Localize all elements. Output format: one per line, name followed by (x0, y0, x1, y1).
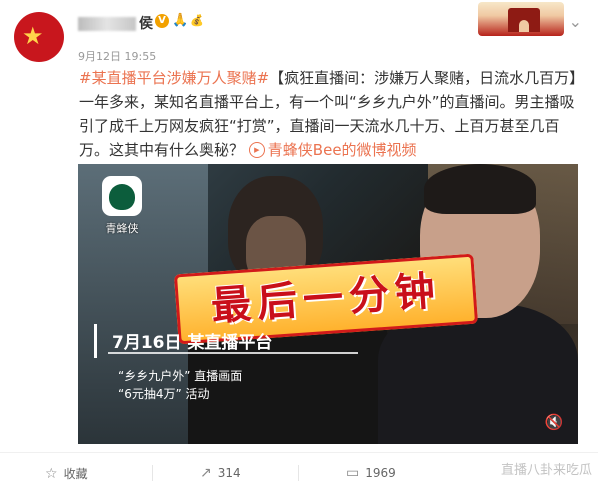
video-subtitle-1: “乡乡九户外” 直播画面 (118, 369, 243, 383)
comment-button[interactable]: ▭ 1969 (346, 465, 396, 481)
emoji-icon: 🙏 (172, 13, 189, 28)
profile-banner (478, 2, 564, 36)
app-badge: 青蜂侠 (100, 176, 144, 244)
volume-icon[interactable]: 🔇 (544, 412, 564, 432)
verified-badge-icon: V (155, 14, 169, 28)
post-header: ★ 侯 V 🙏 💰 9月12日 19:55 ⌄ (0, 0, 598, 66)
blurred-name (78, 17, 136, 31)
video-subtitle-2: “6元抽4万” 活动 (118, 387, 210, 401)
gate-icon (508, 8, 540, 32)
app-logo-icon (102, 176, 142, 216)
repost-icon: ↗ (200, 465, 212, 481)
post-time[interactable]: 9月12日 19:55 (78, 48, 156, 64)
username[interactable]: 侯 (78, 13, 154, 33)
video-source-link[interactable]: 青蜂侠Bee的微博视频 (268, 141, 417, 159)
flag-icon: ★ (22, 22, 44, 50)
chevron-down-icon[interactable]: ⌄ (569, 12, 582, 31)
repost-button[interactable]: ↗ 314 (200, 465, 241, 481)
video-player[interactable]: 青蜂侠 最后一分钟 7月16日 某直播平台 “乡乡九户外” 直播画面 “6元抽4… (78, 164, 578, 444)
vip-icon: 💰 (190, 14, 204, 27)
divider (298, 465, 299, 481)
divider (152, 465, 153, 481)
video-date-caption: 7月16日 某直播平台 (94, 324, 272, 358)
topic-link[interactable]: #某直播平台涉嫌万人聚赌# (79, 69, 269, 87)
star-icon: ☆ (45, 466, 58, 482)
post-text: #某直播平台涉嫌万人聚赌#【疯狂直播间：涉嫌万人聚赌，日流水几百万】一年多来，某… (79, 66, 589, 162)
watermark: 直播八卦来吃瓜 (500, 463, 592, 478)
comment-icon: ▭ (346, 465, 360, 481)
favorite-button[interactable]: ☆ 收藏 (45, 465, 88, 482)
avatar[interactable]: ★ (14, 12, 64, 62)
caption-underline (108, 352, 358, 354)
video-link-icon: ▶ (248, 141, 265, 158)
action-bar: ☆ 收藏 ↗ 314 ▭ 1969 直播八卦来吃瓜 (0, 452, 598, 495)
app-badge-label: 青蜂侠 (105, 222, 139, 235)
